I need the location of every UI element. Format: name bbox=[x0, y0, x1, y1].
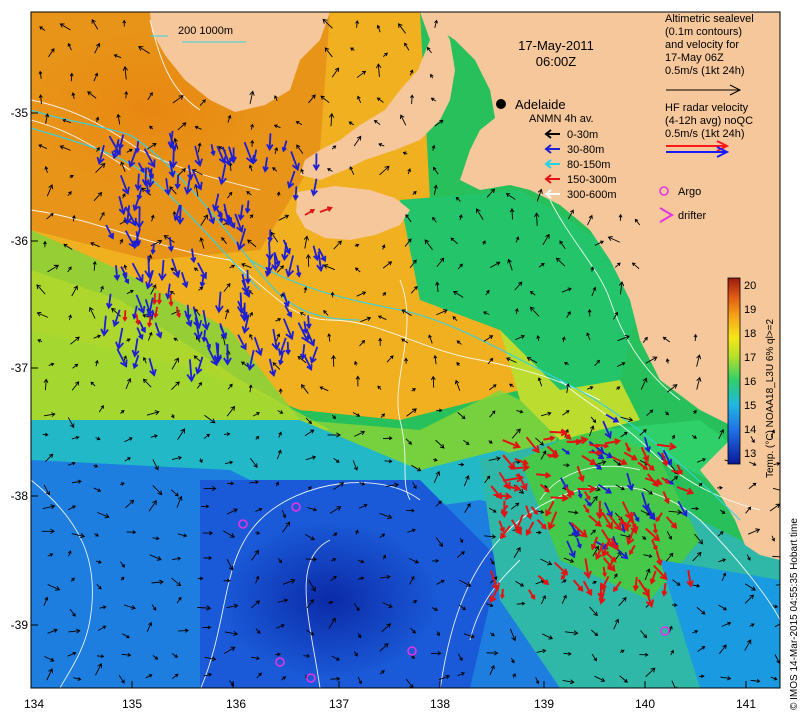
svg-text:0.5m/s (1kt 24h): 0.5m/s (1kt 24h) bbox=[665, 128, 744, 140]
lon-tick: 140 bbox=[635, 697, 655, 711]
lon-tick: 136 bbox=[226, 697, 246, 711]
svg-text:and velocity for: and velocity for bbox=[665, 39, 739, 51]
city-label-adelaide: Adelaide bbox=[515, 97, 566, 112]
date-title: 17-May-2011 bbox=[518, 38, 594, 53]
lon-tick: 137 bbox=[329, 697, 349, 711]
colorbar-label: Temp. (°C) NOAA18_L3U 6% ql>=2 bbox=[765, 318, 776, 478]
colorbar bbox=[727, 277, 741, 465]
adelaide-marker bbox=[496, 99, 506, 109]
hf-radar-legend: HF radar velocity (4-12h avg) noQC 0.5m/… bbox=[665, 102, 753, 140]
svg-text:20: 20 bbox=[744, 280, 756, 292]
lon-tick: 139 bbox=[534, 697, 554, 711]
lat-tick: -38 bbox=[11, 489, 29, 503]
drifter-legend-label: drifter bbox=[678, 210, 706, 222]
lat-tick-labels: -35 -36 -37 -38 -39 bbox=[11, 106, 29, 632]
lat-tick: -35 bbox=[11, 106, 29, 120]
lat-tick: -36 bbox=[11, 234, 29, 248]
time-title: 06:00Z bbox=[536, 54, 577, 69]
anmn-legend-label: 0-30m bbox=[567, 129, 598, 141]
sst-map: -35 -36 -37 -38 -39 134 135 136 137 138 … bbox=[11, 11, 800, 711]
svg-text:18: 18 bbox=[744, 328, 756, 340]
svg-text:16: 16 bbox=[744, 376, 756, 388]
svg-text:0.5m/s (1kt 24h): 0.5m/s (1kt 24h) bbox=[665, 65, 744, 77]
svg-text:17-May 06Z: 17-May 06Z bbox=[665, 52, 724, 64]
lat-tick: -37 bbox=[11, 361, 29, 375]
svg-text:14: 14 bbox=[744, 424, 756, 436]
isobath-scale-label: 200 1000m bbox=[178, 25, 233, 37]
credit-text: © IMOS 14-Mar-2015 04:55:35 Hobart time bbox=[789, 518, 800, 710]
anmn-legend-label: 80-150m bbox=[567, 159, 610, 171]
anmn-legend-label: 30-80m bbox=[567, 144, 604, 156]
lon-tick: 141 bbox=[736, 697, 756, 711]
lon-tick: 138 bbox=[430, 697, 450, 711]
svg-text:15: 15 bbox=[744, 400, 756, 412]
svg-text:(0.1m contours): (0.1m contours) bbox=[665, 26, 742, 38]
svg-text:19: 19 bbox=[744, 304, 756, 316]
lat-tick: -39 bbox=[11, 618, 29, 632]
anmn-legend-label: 150-300m bbox=[567, 174, 617, 186]
svg-text:(4-12h avg) noQC: (4-12h avg) noQC bbox=[665, 115, 753, 127]
svg-text:17: 17 bbox=[744, 352, 756, 364]
argo-legend-label: Argo bbox=[678, 186, 701, 198]
anmn-title: ANMN 4h av. bbox=[529, 113, 594, 125]
svg-text:Altimetric sealevel: Altimetric sealevel bbox=[665, 13, 754, 25]
lon-tick: 134 bbox=[24, 697, 44, 711]
lon-tick: 135 bbox=[122, 697, 142, 711]
anmn-legend-label: 300-600m bbox=[567, 189, 617, 201]
svg-text:13: 13 bbox=[744, 448, 756, 460]
svg-text:HF radar velocity: HF radar velocity bbox=[665, 102, 749, 114]
lon-tick-labels: 134 135 136 137 138 139 140 141 bbox=[24, 697, 756, 711]
